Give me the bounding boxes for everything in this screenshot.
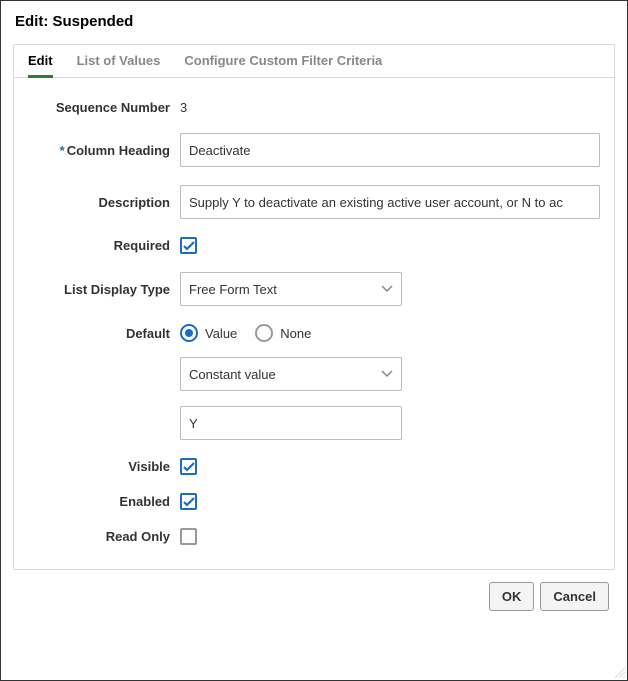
- default-radio-value[interactable]: Value: [180, 324, 237, 342]
- label-sequence-number: Sequence Number: [28, 100, 180, 115]
- tab-configure-filter[interactable]: Configure Custom Filter Criteria: [184, 45, 382, 78]
- label-default: Default: [28, 326, 180, 341]
- read-only-checkbox[interactable]: [180, 528, 197, 545]
- radio-label-value: Value: [205, 326, 237, 341]
- row-description: Description: [28, 185, 600, 219]
- row-enabled: Enabled: [28, 493, 600, 510]
- label-enabled: Enabled: [28, 494, 180, 509]
- visible-checkbox[interactable]: [180, 458, 197, 475]
- dialog-footer: OK Cancel: [11, 570, 617, 615]
- row-read-only: Read Only: [28, 528, 600, 545]
- required-star-icon: *: [60, 143, 65, 158]
- label-description: Description: [28, 195, 180, 210]
- check-icon: [183, 497, 195, 507]
- row-visible: Visible: [28, 458, 600, 475]
- description-input[interactable]: [180, 185, 600, 219]
- edit-dialog: Edit: Suspended Edit List of Values Conf…: [0, 0, 628, 681]
- tab-list-of-values[interactable]: List of Values: [77, 45, 161, 78]
- label-read-only: Read Only: [28, 529, 180, 544]
- ok-button[interactable]: OK: [489, 582, 535, 611]
- default-radio-none[interactable]: None: [255, 324, 311, 342]
- row-default-type: Constant value: [28, 357, 600, 391]
- row-sequence-number: Sequence Number 3: [28, 100, 600, 115]
- dialog-title: Edit: Suspended: [15, 13, 617, 30]
- enabled-checkbox[interactable]: [180, 493, 197, 510]
- row-default: Default Value None: [28, 324, 600, 342]
- label-column-heading: *Column Heading: [28, 143, 180, 158]
- value-sequence-number: 3: [180, 100, 187, 115]
- row-required: Required: [28, 237, 600, 254]
- row-list-display-type: List Display Type Free Form Text: [28, 272, 600, 306]
- check-icon: [183, 241, 195, 251]
- form-area: Sequence Number 3 *Column Heading Descri…: [14, 78, 614, 569]
- required-checkbox[interactable]: [180, 237, 197, 254]
- cancel-button[interactable]: Cancel: [540, 582, 609, 611]
- check-icon: [183, 462, 195, 472]
- row-column-heading: *Column Heading: [28, 133, 600, 167]
- content-panel: Edit List of Values Configure Custom Fil…: [13, 44, 615, 570]
- tab-bar: Edit List of Values Configure Custom Fil…: [14, 45, 614, 78]
- radio-label-none: None: [280, 326, 311, 341]
- tab-edit[interactable]: Edit: [28, 45, 53, 78]
- row-default-value: [28, 406, 600, 440]
- default-value-input[interactable]: [180, 406, 402, 440]
- column-heading-input[interactable]: [180, 133, 600, 167]
- list-display-type-select[interactable]: Free Form Text: [180, 272, 402, 306]
- label-list-display-type: List Display Type: [28, 282, 180, 297]
- default-type-select[interactable]: Constant value: [180, 357, 402, 391]
- label-required: Required: [28, 238, 180, 253]
- resize-grip-icon[interactable]: [613, 666, 625, 678]
- label-visible: Visible: [28, 459, 180, 474]
